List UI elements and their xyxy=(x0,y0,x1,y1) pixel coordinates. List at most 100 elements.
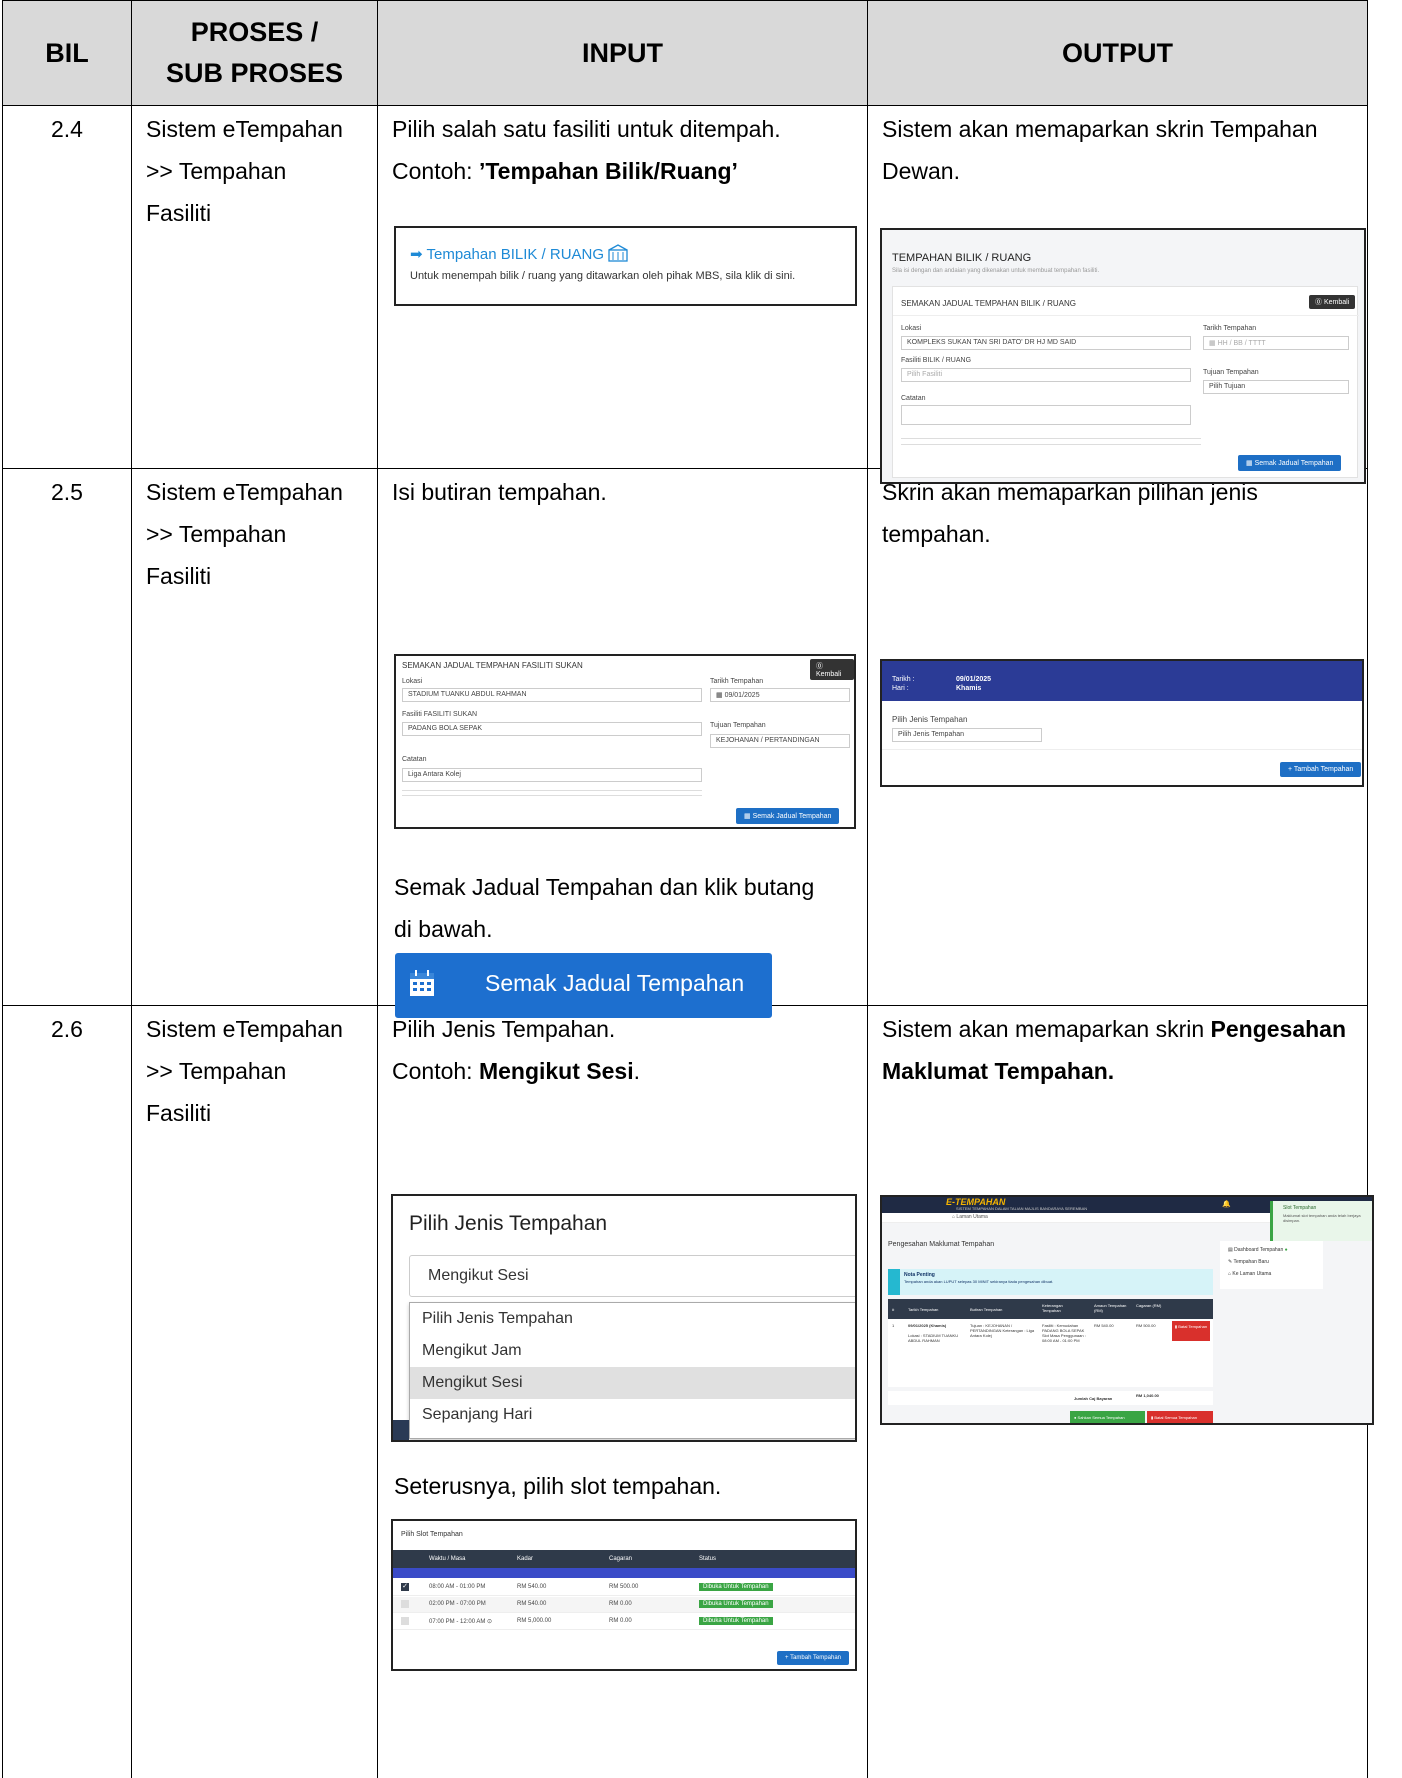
col-header: # xyxy=(892,1307,895,1312)
fasiliti-label: Fasiliti BILIK / RUANG xyxy=(901,357,972,364)
side-menu-item[interactable]: ▤ Dashboard Tempahan ● xyxy=(1220,1241,1323,1253)
input-line: Contoh: Mengikut Sesi. xyxy=(392,1050,853,1092)
tempahan-bilik-screen: TEMPAHAN BILIK / RUANG Sila isi dengan d… xyxy=(880,228,1366,484)
tempahan-bilik-link[interactable]: ➡ Tempahan BILIK / RUANG xyxy=(410,244,628,263)
arrow-right-icon: ➡ xyxy=(410,246,423,263)
dropdown-option[interactable]: Pilih Jenis Tempahan xyxy=(410,1303,855,1335)
slot-col-header: Cagaran xyxy=(609,1556,633,1562)
semak-jadual-label: Semak Jadual Tempahan xyxy=(1254,460,1334,467)
select-value: Mengikut Sesi xyxy=(428,1267,529,1284)
output-line: Dewan. xyxy=(882,158,960,184)
tarikh-hari-labels: Tarikh : Hari : xyxy=(892,675,915,693)
tarikh-label: Tarikh Tempahan xyxy=(710,678,764,685)
input-suffix: . xyxy=(633,1058,640,1084)
tujuan-select[interactable]: Pilih Tujuan xyxy=(1203,380,1349,394)
tambah-tempahan-button[interactable]: + Tambah Tempahan xyxy=(1280,762,1362,777)
semak-jadual-label: Semak Jadual Tempahan xyxy=(752,813,832,820)
side-menu-item[interactable]: ⌂ Ke Laman Utama xyxy=(1220,1265,1323,1277)
hari-value: Khamis xyxy=(956,685,982,692)
proses-line: >> Tempahan xyxy=(146,1058,287,1084)
bell-icon[interactable]: 🔔 xyxy=(1222,1200,1231,1208)
semak-jadual-big-label: Semak Jadual Tempahan xyxy=(485,970,745,996)
input-bold: ’Tempahan Bilik/Ruang’ xyxy=(478,158,738,184)
dropdown-option[interactable]: Sepanjang Hari xyxy=(410,1399,855,1431)
semak-jadual-button[interactable]: ▦ Semak Jadual Tempahan xyxy=(736,808,840,824)
batal-tempahan-button[interactable]: ▮ Batal Tempahan xyxy=(1172,1321,1210,1341)
fasiliti-label: Fasiliti FASILITI SUKAN xyxy=(402,711,478,718)
slot-kadar: RM 540.00 xyxy=(517,1601,547,1607)
slot-checkbox[interactable] xyxy=(401,1600,409,1608)
kembali-button[interactable]: ⓪ Kembali xyxy=(1309,295,1356,309)
semak-jadual-big-button[interactable]: Semak Jadual Tempahan xyxy=(395,953,772,1018)
side-menu-label: Ke Laman Utama xyxy=(1232,1271,1272,1277)
side-menu-item[interactable]: ✎ Tempahan Baru xyxy=(1220,1253,1323,1265)
row-bil: 2.6 xyxy=(2,1005,132,1778)
row-amaun: RM 540.00 xyxy=(1094,1323,1114,1328)
fasiliti-select[interactable]: Pilih Fasiliti xyxy=(901,368,1191,382)
row-date: 09/01/2025 (Khamis) xyxy=(908,1323,947,1328)
pilih-jenis-dropdown-shot: Pilih Jenis Tempahan Mengikut Sesi Pilih… xyxy=(391,1194,857,1442)
slot-col-header: Status xyxy=(699,1556,717,1562)
batal-semua-label: Batal Semua Tempahan xyxy=(1154,1415,1197,1420)
slot-col-header: Waktu / Masa xyxy=(429,1556,466,1562)
catatan-label: Catatan xyxy=(402,756,427,763)
row-location: Lokasi : STADIUM TUANKU ABDUL RAHMAN xyxy=(908,1333,959,1343)
output-line: tempahan. xyxy=(882,521,991,547)
output-bold: Maklumat Tempahan. xyxy=(882,1058,1115,1084)
slot-cagaran: RM 0.00 xyxy=(609,1601,632,1607)
input-bold: Mengikut Sesi xyxy=(478,1058,634,1084)
row-proses: Sistem eTempahan >> Tempahan Fasiliti xyxy=(131,1005,378,1778)
nota-penting: Nota Penting Tempahan anda akan LUPUT se… xyxy=(888,1269,1213,1295)
slot-time: 08:00 AM - 01:00 PM xyxy=(429,1584,486,1590)
col-header: Butiran Tempahan xyxy=(970,1307,1003,1312)
pilih-jenis-label: Pilih Jenis Tempahan xyxy=(892,715,968,724)
jenis-tempahan-select[interactable]: Mengikut Sesi xyxy=(409,1255,855,1297)
catatan-input[interactable]: Liga Antara Kolej xyxy=(402,768,702,782)
col-header: Tarikh Tempahan xyxy=(908,1307,939,1312)
tarikh-input[interactable]: ▦ 09/01/2025 xyxy=(710,688,850,702)
lokasi-label: Lokasi xyxy=(402,678,423,685)
output-line: Sistem akan memaparkan skrin Tempahan xyxy=(882,116,1318,142)
jumlah-value: RM 1,040.00 xyxy=(1136,1393,1159,1398)
batal-semua-button[interactable]: ▮ Batal Semua Tempahan xyxy=(1147,1411,1213,1423)
slot-checkbox-checked[interactable]: ✓ xyxy=(401,1583,409,1591)
dropdown-option[interactable]: Mengikut Jam xyxy=(410,1335,855,1367)
tempahan-bilik-card[interactable]: ➡ Tempahan BILIK / RUANG Untuk menempah … xyxy=(394,226,857,306)
catatan-input[interactable] xyxy=(901,405,1191,425)
slot-checkbox[interactable] xyxy=(401,1617,409,1625)
tujuan-select[interactable]: KEJOHANAN / PERTANDINGAN xyxy=(710,734,850,748)
table-row: ✓ 08:00 AM - 01:00 PM RM 540.00 RM 500.0… xyxy=(393,1580,855,1596)
dropdown-option-selected[interactable]: Mengikut Sesi xyxy=(410,1367,855,1399)
kembali-label: Kembali xyxy=(816,671,842,678)
lokasi-select[interactable]: STADIUM TUANKU ABDUL RAHMAN xyxy=(402,688,702,702)
tarikh-input[interactable]: ▦ HH / BB / TTTT xyxy=(1203,336,1349,350)
col-header: Amaun Tempahan (RM) xyxy=(1094,1303,1127,1313)
hari-label: Hari : xyxy=(892,685,909,692)
fasiliti-select[interactable]: PADANG BOLA SEPAK xyxy=(402,722,702,736)
semak-jadual-button[interactable]: ▦ Semak Jadual Tempahan xyxy=(1238,455,1342,471)
tarikh-hari-values: 09/01/2025 Khamis xyxy=(956,675,991,693)
tambah-tempahan-button[interactable]: + Tambah Tempahan xyxy=(777,1651,849,1665)
tarikh-value: HH / BB / TTTT xyxy=(1217,340,1266,347)
sahkan-semua-button[interactable]: ● Sahkan Semua Tempahan xyxy=(1070,1411,1145,1423)
header-input: INPUT xyxy=(377,0,868,106)
building-icon xyxy=(608,244,628,262)
brand-subtitle: SISTEM TEMPAHAN DALAM TALIAN MAJLIS BAND… xyxy=(956,1206,1088,1211)
proses-line: Fasiliti xyxy=(146,563,212,589)
input-line: Pilih salah satu fasiliti untuk ditempah… xyxy=(392,116,781,142)
pilih-jenis-select[interactable]: Pilih Jenis Tempahan xyxy=(892,728,1042,742)
tambah-tempahan-label: Tambah Tempahan xyxy=(1293,766,1354,773)
table-row: 07:00 PM - 12:00 AM ⊙ RM 5,000.00 RM 0.0… xyxy=(393,1614,855,1630)
breadcrumb[interactable]: ⌂ Laman Utama xyxy=(952,1214,988,1220)
header-bil: BIL xyxy=(2,0,132,106)
kembali-button[interactable]: ⓪ Kembali xyxy=(810,659,854,680)
lokasi-select[interactable]: KOMPLEKS SUKAN TAN SRI DATO' DR HJ MD SA… xyxy=(901,336,1191,350)
tujuan-label: Tujuan Tempahan xyxy=(1203,369,1259,376)
output-line: Sistem akan memaparkan skrin Pengesahan xyxy=(882,1008,1353,1050)
jumlah-row: Jumlah Caj Bayaran RM 1,040.00 xyxy=(888,1391,1213,1405)
output-prefix: Sistem akan memaparkan skrin xyxy=(882,1016,1211,1042)
section-title: SEMAKAN JADUAL TEMPAHAN FASILITI SUKAN xyxy=(402,661,583,670)
status-dot-icon: ● xyxy=(1284,1247,1288,1253)
calendar-icon: ▦ xyxy=(716,692,725,699)
side-menu-label: Dashboard Tempahan xyxy=(1234,1247,1284,1253)
